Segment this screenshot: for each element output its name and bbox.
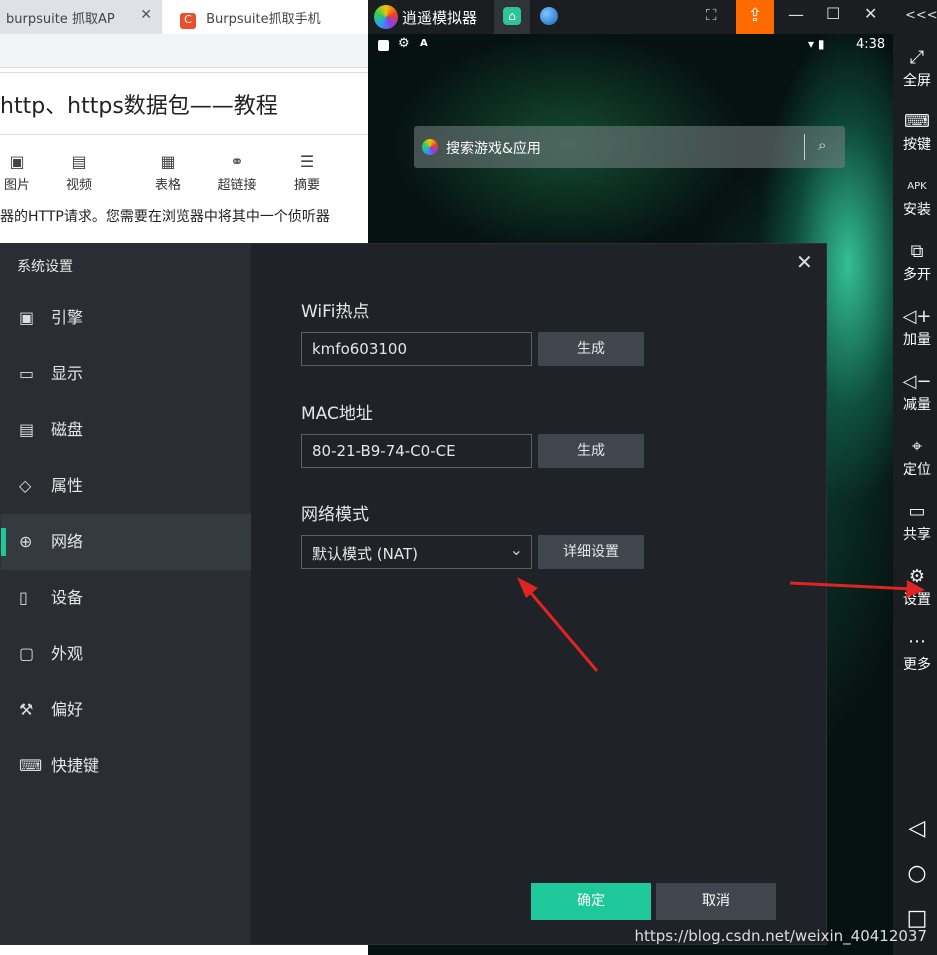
- arrowhead: [517, 577, 538, 598]
- arrowhead: [906, 580, 925, 598]
- arrow-to-network-mode: [523, 585, 599, 672]
- annotation-arrows: [517, 577, 925, 672]
- arrow-to-settings: [789, 581, 913, 591]
- watermark: https://blog.csdn.net/weixin_40412037: [634, 927, 927, 945]
